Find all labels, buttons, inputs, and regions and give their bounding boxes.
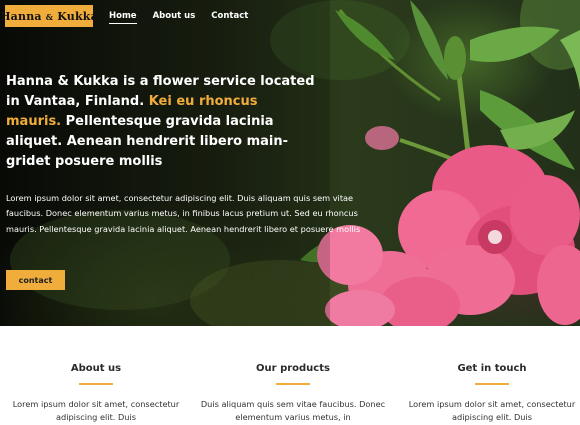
hero-headline: Hanna & Kukka is a flower service locate… [6, 72, 316, 172]
hero-section: Hanna & Kukka Home About us Contact Hann… [0, 0, 580, 326]
feature-title: About us [70, 363, 122, 374]
feature-divider [475, 383, 509, 385]
nav-contact[interactable]: Contact [211, 11, 248, 24]
logo-text: Hanna & Kukka [0, 9, 98, 23]
main-nav: Home About us Contact [109, 11, 264, 24]
feature-title: Our products [256, 363, 330, 374]
feature-our-products: Our products Duis aliquam quis sem vitae… [193, 326, 393, 424]
contact-button[interactable]: contact [6, 270, 65, 290]
feature-divider [276, 383, 310, 385]
logo[interactable]: Hanna & Kukka [0, 5, 98, 27]
nav-about-us[interactable]: About us [153, 11, 196, 24]
feature-about-us: About us Lorem ipsum dolor sit amet, con… [0, 326, 196, 424]
feature-text: Lorem ipsum dolor sit amet, consectetur … [12, 399, 180, 422]
feature-text: Duis aliquam quis sem vitae faucibus. Do… [200, 399, 386, 422]
feature-text: Lorem ipsum dolor sit amet, consectetur … [408, 399, 576, 422]
nav-home[interactable]: Home [109, 11, 137, 24]
feature-title: Get in touch [457, 363, 527, 374]
hero-lead-paragraph: Lorem ipsum dolor sit amet, consectetur … [6, 193, 361, 234]
feature-divider [79, 383, 113, 385]
features-section: About us Lorem ipsum dolor sit amet, con… [0, 326, 580, 425]
feature-get-in-touch: Get in touch Lorem ipsum dolor sit amet,… [392, 326, 580, 424]
